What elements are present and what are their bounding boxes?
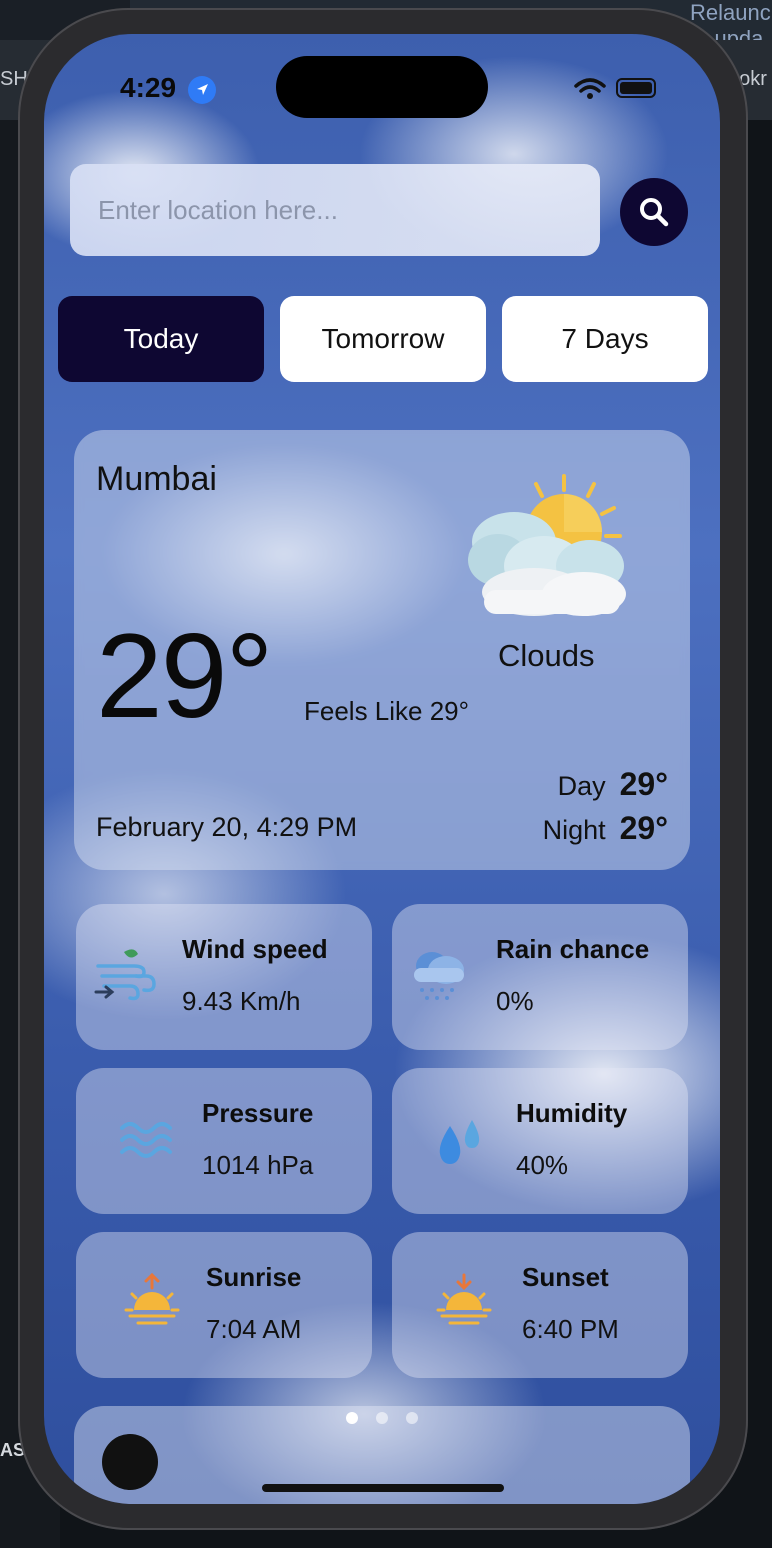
sunrise-icon — [124, 1272, 180, 1325]
status-time: 4:29 — [120, 72, 177, 103]
battery-icon — [616, 78, 656, 98]
avatar — [102, 1434, 158, 1490]
location-arrow-icon — [188, 76, 216, 104]
sunrise-tile: Sunrise 7:04 AM — [76, 1232, 372, 1378]
current-temperature: 29° — [96, 609, 273, 743]
humidity-label: Humidity — [516, 1098, 628, 1128]
sun-behind-clouds-icon — [468, 474, 626, 616]
sunrise-label: Sunrise — [206, 1262, 302, 1292]
tab-today[interactable]: Today — [58, 296, 264, 382]
waves-icon — [120, 1122, 172, 1158]
humidity-value: 40% — [516, 1150, 569, 1180]
pager-dot-1[interactable] — [346, 1412, 358, 1424]
sunset-icon — [436, 1273, 492, 1325]
date-time: February 20, 4:29 PM — [96, 812, 358, 842]
tab-tomorrow[interactable]: Tomorrow — [280, 296, 486, 382]
wind-speed-value: 9.43 Km/h — [182, 986, 301, 1016]
home-indicator[interactable] — [262, 1484, 504, 1492]
pager-dot-3[interactable] — [406, 1412, 418, 1424]
sunset-value: 6:40 PM — [522, 1314, 619, 1344]
sunset-label: Sunset — [522, 1262, 609, 1292]
search-button[interactable] — [620, 178, 688, 246]
rain-chance-tile: Rain chance 0% — [392, 904, 688, 1050]
tab-7-days[interactable]: 7 Days — [502, 296, 708, 382]
pressure-value: 1014 hPa — [202, 1150, 314, 1180]
droplets-icon — [439, 1120, 480, 1164]
night-temperature: 29° — [619, 810, 668, 846]
day-label: Day — [557, 771, 606, 801]
humidity-tile: Humidity 40% — [392, 1068, 688, 1214]
night-label: Night — [542, 815, 606, 845]
city-name: Mumbai — [96, 460, 217, 498]
wifi-icon — [574, 78, 606, 99]
day-temperature-row: Day 29° — [558, 766, 668, 803]
wind-icon — [94, 949, 156, 1001]
wind-speed-label: Wind speed — [182, 934, 328, 964]
sunrise-value: 7:04 AM — [206, 1314, 302, 1344]
dynamic-island — [276, 56, 488, 118]
pager-dot-2[interactable] — [376, 1412, 388, 1424]
day-temperature: 29° — [619, 766, 668, 802]
location-search-input[interactable] — [70, 164, 600, 256]
night-temperature-row: Night 29° — [543, 810, 668, 847]
phone-screen: 4:29 Today Tomorrow 7 Days Mumbai — [44, 34, 720, 1504]
current-weather-card: Mumbai Clouds 29° Feels Like 29° Februar… — [74, 430, 690, 870]
pressure-tile: Pressure 1014 hPa — [76, 1068, 372, 1214]
sunset-tile: Sunset 6:40 PM — [392, 1232, 688, 1378]
rain-cloud-icon — [414, 952, 464, 1000]
feels-like: Feels Like 29° — [304, 696, 470, 726]
rain-chance-label: Rain chance — [496, 934, 650, 964]
weather-condition: Clouds — [498, 638, 595, 673]
pressure-label: Pressure — [202, 1098, 314, 1128]
rain-chance-value: 0% — [496, 986, 534, 1016]
wind-speed-tile: Wind speed 9.43 Km/h — [76, 904, 372, 1050]
search-icon — [640, 198, 669, 227]
